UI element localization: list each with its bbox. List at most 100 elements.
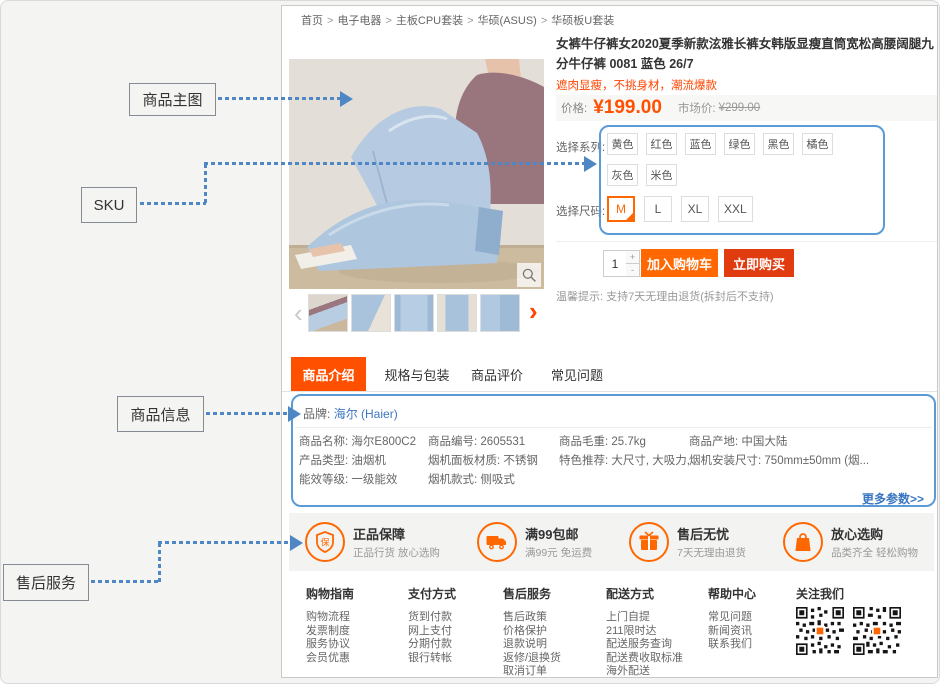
truck-icon	[477, 522, 517, 562]
series-option-black[interactable]: 黑色	[763, 133, 794, 155]
footer-link[interactable]: 发票制度	[306, 625, 354, 639]
info-cell: 特色推荐: 大尺寸, 大吸力, 静音...	[559, 452, 689, 468]
gift-box-icon	[629, 522, 669, 562]
info-row-1: 商品名称: 海尔E800C2 商品编号: 2605531 商品毛重: 25.7k…	[299, 433, 933, 449]
thumbnail-4[interactable]	[437, 294, 477, 332]
breadcrumb: 首页>电子电器>主板CPU套装>华硕(ASUS)>华硕板U套装	[301, 12, 614, 28]
tab-spec-packaging[interactable]: 规格与包装	[377, 357, 457, 391]
brand-divider	[295, 427, 932, 428]
breadcrumb-category-2[interactable]: 主板CPU套装	[396, 15, 463, 27]
series-option-yellow[interactable]: 黄色	[607, 133, 638, 155]
quantity-input[interactable]	[603, 250, 627, 277]
tab-reviews[interactable]: 商品评价	[467, 357, 527, 391]
annotation-after-sale-label: 售后服务	[3, 564, 89, 601]
add-to-cart-button[interactable]: 加入购物车	[641, 249, 718, 277]
service-title: 售后无忧	[677, 524, 746, 543]
series-option-red[interactable]: 红色	[646, 133, 677, 155]
footer-link[interactable]: 售后政策	[503, 611, 561, 625]
footer-link[interactable]: 货到付款	[408, 611, 456, 625]
arrowhead-product-info	[288, 406, 301, 422]
breadcrumb-separator: >	[541, 15, 547, 27]
series-option-orange[interactable]: 橘色	[802, 133, 833, 155]
thumbnail-3[interactable]	[394, 294, 434, 332]
thumbnail-prev-arrow-icon[interactable]: ‹	[294, 298, 303, 328]
footer-link[interactable]: 返修/退换货	[503, 652, 561, 666]
arrowhead-after-sale	[290, 535, 303, 551]
breadcrumb-separator: >	[467, 15, 473, 27]
brand-link[interactable]: 海尔 (Haier)	[334, 407, 398, 421]
shopping-bag-icon	[783, 522, 823, 562]
service-title: 满99包邮	[525, 524, 592, 543]
footer-link[interactable]: 会员优惠	[306, 652, 354, 666]
info-cell: 商品编号: 2605531	[428, 433, 559, 449]
product-main-image[interactable]	[289, 59, 544, 289]
arrowhead-main-image	[340, 91, 353, 107]
shield-check-icon: 保	[305, 522, 345, 562]
breadcrumb-home[interactable]: 首页	[301, 15, 323, 27]
footer-link[interactable]: 退款说明	[503, 638, 561, 652]
breadcrumb-brand[interactable]: 华硕(ASUS)	[478, 15, 537, 27]
info-cell: 商品产地: 中国大陆	[689, 433, 933, 449]
quantity-increase-button[interactable]: +	[626, 250, 640, 264]
series-options: 黄色 红色 蓝色 绿色 黑色 橘色 灰色 米色	[607, 133, 847, 195]
info-cell: 烟机安装尺寸: 750mm±50mm (烟...	[689, 452, 933, 468]
series-option-blue[interactable]: 蓝色	[685, 133, 716, 155]
footer-link[interactable]: 分期付款	[408, 638, 456, 652]
footer-link[interactable]: 211限时达	[606, 625, 683, 639]
thumbnail-5[interactable]	[480, 294, 520, 332]
qr-code-1	[796, 607, 844, 660]
svg-text:保: 保	[320, 537, 329, 548]
footer-link[interactable]: 联系我们	[708, 638, 756, 652]
thumbnail-1[interactable]	[308, 294, 348, 332]
tab-product-intro[interactable]: 商品介绍	[291, 357, 366, 391]
product-photo-illustration	[289, 59, 544, 289]
qr-code-2	[853, 607, 901, 660]
footer-link[interactable]: 上门自提	[606, 611, 683, 625]
footer-link[interactable]: 配送服务查询	[606, 638, 683, 652]
footer-link[interactable]: 价格保护	[503, 625, 561, 639]
footer-link[interactable]: 新闻资讯	[708, 625, 756, 639]
footer-link[interactable]: 服务协议	[306, 638, 354, 652]
breadcrumb-category-1[interactable]: 电子电器	[337, 15, 381, 27]
size-option-xxl[interactable]: XXL	[718, 196, 753, 222]
annotation-main-image-label: 商品主图	[129, 83, 216, 116]
footer-link[interactable]: 银行转帐	[408, 652, 456, 666]
size-option-m-selected[interactable]: M	[607, 196, 635, 222]
size-options: M L XL XXL	[607, 196, 762, 222]
more-params-link[interactable]: 更多参数>>	[862, 490, 924, 507]
footer-column-help-center: 帮助中心 常见问题 新闻资讯 联系我们	[708, 585, 756, 652]
series-option-gray[interactable]: 灰色	[607, 164, 638, 186]
info-row-3: 能效等级: 一级能效 烟机款式: 侧吸式	[299, 471, 933, 487]
footer-column-after-sale: 售后服务 售后政策 价格保护 退款说明 返修/退换货 取消订单	[503, 585, 561, 679]
thumbnail-2[interactable]	[351, 294, 391, 332]
footer-link[interactable]: 配送费收取标准	[606, 652, 683, 666]
price-bar: 价格: ¥199.00 市场价: ¥299.00	[556, 95, 937, 121]
footer-link[interactable]: 购物流程	[306, 611, 354, 625]
arrow-line-sku	[204, 162, 584, 165]
footer-link[interactable]: 网上支付	[408, 625, 456, 639]
arrow-line-after-sale	[158, 541, 290, 544]
size-option-xl[interactable]: XL	[681, 196, 709, 222]
quantity-stepper: + -	[626, 250, 640, 277]
annotated-product-page-screenshot: 首页>电子电器>主板CPU套装>华硕(ASUS)>华硕板U套装 ‹	[0, 0, 940, 684]
info-row-2: 产品类型: 油烟机 烟机面板材质: 不锈钢 特色推荐: 大尺寸, 大吸力, 静音…	[299, 452, 933, 468]
thumbnail-next-arrow-icon[interactable]: ›	[529, 296, 538, 326]
breadcrumb-separator: >	[385, 15, 391, 27]
tab-faq[interactable]: 常见问题	[547, 357, 607, 391]
size-option-l[interactable]: L	[644, 196, 672, 222]
footer-link[interactable]: 海外配送	[606, 665, 683, 679]
footer-column-title: 关注我们	[796, 585, 844, 602]
quantity-decrease-button[interactable]: -	[626, 264, 640, 277]
service-desc: 正品行货 放心选购	[353, 545, 440, 560]
footer-link[interactable]: 常见问题	[708, 611, 756, 625]
footer-link[interactable]: 取消订单	[503, 665, 561, 679]
price-value: ¥199.00	[593, 97, 662, 119]
zoom-magnifier-button[interactable]	[517, 263, 541, 287]
series-option-green[interactable]: 绿色	[724, 133, 755, 155]
info-cell: 烟机面板材质: 不锈钢	[428, 452, 559, 468]
thumbnail-strip	[308, 294, 520, 332]
service-guarantee-band: 保 正品保障 正品行货 放心选购 满99包邮 满99元 免运费	[289, 513, 934, 571]
buy-now-button[interactable]: 立即购买	[724, 249, 794, 277]
series-option-beige[interactable]: 米色	[646, 164, 677, 186]
arrow-line-after-sale	[158, 543, 161, 583]
